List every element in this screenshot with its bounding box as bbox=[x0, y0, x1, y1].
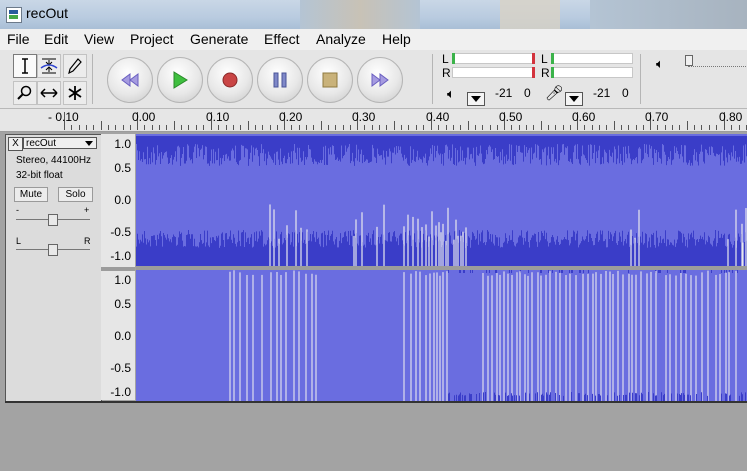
record-button[interactable] bbox=[207, 57, 253, 103]
scale-ch2-5: -1.0 bbox=[110, 385, 131, 399]
skip-to-start-icon bbox=[121, 73, 139, 87]
zoom-tool-icon bbox=[17, 85, 32, 100]
scale-ch2-1: 1.0 bbox=[114, 273, 131, 287]
menu-analyze[interactable]: Analyze bbox=[316, 31, 366, 47]
channel-divider bbox=[136, 266, 747, 270]
play-icon bbox=[173, 71, 188, 89]
menu-file[interactable]: File bbox=[7, 31, 30, 47]
ruler-label: 0.30 bbox=[352, 110, 376, 124]
menu-view[interactable]: View bbox=[84, 31, 114, 47]
gain-slider[interactable] bbox=[48, 214, 58, 226]
envelope-tool-button[interactable] bbox=[37, 54, 61, 78]
menu-project[interactable]: Project bbox=[130, 31, 174, 47]
ruler-label: - 0.10 bbox=[48, 110, 79, 124]
playback-meter-left-label: L bbox=[442, 52, 449, 66]
track-control-panel: X recOut Stereo, 44100Hz 32-bit float Mu… bbox=[5, 134, 102, 402]
menu-help[interactable]: Help bbox=[382, 31, 411, 47]
zoom-tool-button[interactable] bbox=[13, 81, 37, 105]
stop-button[interactable] bbox=[307, 57, 353, 103]
record-scale-min: -21 bbox=[593, 86, 611, 100]
output-volume-icon: 🔈︎ bbox=[656, 56, 664, 71]
gain-minus-label: - bbox=[16, 205, 19, 215]
playback-meter-dropdown[interactable] bbox=[467, 92, 485, 106]
selection-tool-icon bbox=[22, 58, 28, 74]
gain-plus-label: + bbox=[84, 205, 90, 215]
mute-button[interactable]: Mute bbox=[14, 187, 48, 202]
pan-left-label: L bbox=[16, 236, 22, 246]
solo-button[interactable]: Solo bbox=[58, 187, 93, 202]
menu-edit[interactable]: Edit bbox=[44, 31, 68, 47]
multi-tool-icon bbox=[68, 86, 82, 100]
scale-ch2-4: -0.5 bbox=[110, 361, 131, 375]
selection-tool-button[interactable] bbox=[13, 54, 37, 78]
track-bit-depth: 32-bit float bbox=[16, 170, 63, 181]
app-icon bbox=[6, 7, 22, 23]
amplitude-scale: 1.0 0.5 0.0 -0.5 -1.0 1.0 0.5 0.0 -0.5 -… bbox=[101, 134, 135, 400]
ruler-label: 0.20 bbox=[279, 110, 303, 124]
multi-tool-button[interactable] bbox=[63, 81, 87, 105]
record-icon bbox=[222, 72, 238, 88]
ruler-label: 0.00 bbox=[132, 110, 156, 124]
ruler-label: 0.10 bbox=[206, 110, 230, 124]
microphone-icon: 🎤︎ bbox=[545, 85, 565, 102]
stop-icon bbox=[322, 72, 338, 88]
scale-ch2-2: 0.5 bbox=[114, 297, 131, 311]
track-format: Stereo, 44100Hz bbox=[16, 155, 92, 166]
playback-scale-max: 0 bbox=[524, 86, 531, 100]
window-title: recOut bbox=[26, 5, 69, 21]
menu-effect[interactable]: Effect bbox=[264, 31, 300, 47]
pan-right-label: R bbox=[84, 236, 91, 246]
scale-ch1-2: 0.5 bbox=[114, 161, 131, 175]
draw-tool-button[interactable] bbox=[63, 54, 87, 78]
record-scale-max: 0 bbox=[622, 86, 629, 100]
timeline-ruler[interactable]: - 0.10 0.00 0.10 0.20 0.30 0.40 0.50 0.60 0.70 0.… bbox=[0, 109, 747, 132]
record-meter-right-label: R bbox=[541, 66, 550, 80]
pause-button[interactable] bbox=[257, 57, 303, 103]
pause-icon bbox=[273, 72, 287, 88]
skip-to-start-button[interactable] bbox=[107, 57, 153, 103]
ruler-label: 0.40 bbox=[426, 110, 450, 124]
menu-bar: File Edit View Project Generate Effect A… bbox=[0, 29, 747, 51]
skip-to-end-icon bbox=[371, 73, 389, 87]
output-volume-slider[interactable] bbox=[685, 55, 693, 66]
record-meter-right bbox=[551, 67, 633, 78]
menu-generate[interactable]: Generate bbox=[190, 31, 248, 47]
toolbar-area: L R 🔈︎ -21 0 L R 🎤︎ -21 0 🔈︎ bbox=[0, 50, 747, 109]
waveform-view[interactable] bbox=[136, 134, 747, 402]
ruler-label: 0.80 bbox=[719, 110, 743, 124]
scale-ch1-1: 1.0 bbox=[114, 137, 131, 151]
play-button[interactable] bbox=[157, 57, 203, 103]
pan-slider[interactable] bbox=[48, 244, 58, 256]
scale-ch1-3: 0.0 bbox=[114, 193, 131, 207]
title-bar: recOut bbox=[0, 0, 747, 30]
scale-ch1-5: -1.0 bbox=[110, 249, 131, 263]
scale-ch1-4: -0.5 bbox=[110, 225, 131, 239]
ruler-label: 0.50 bbox=[499, 110, 523, 124]
timeshift-tool-button[interactable] bbox=[37, 81, 61, 105]
record-meter-left-label: L bbox=[541, 52, 548, 66]
draw-tool-icon bbox=[68, 58, 82, 74]
ruler-label: 0.70 bbox=[645, 110, 669, 124]
timeshift-tool-icon bbox=[40, 88, 58, 98]
track-name-menu[interactable]: recOut bbox=[23, 137, 97, 149]
playback-scale-min: -21 bbox=[495, 86, 513, 100]
playback-meter-right bbox=[452, 67, 534, 78]
track-close-button[interactable]: X bbox=[8, 137, 23, 151]
record-meter-dropdown[interactable] bbox=[565, 92, 583, 106]
scale-ch2-3: 0.0 bbox=[114, 329, 131, 343]
skip-to-end-button[interactable] bbox=[357, 57, 403, 103]
playback-meter-left bbox=[452, 53, 534, 64]
ruler-label: 0.60 bbox=[572, 110, 596, 124]
speaker-icon: 🔈︎ bbox=[447, 86, 455, 101]
playback-meter-right-label: R bbox=[442, 66, 451, 80]
record-meter-left bbox=[551, 53, 633, 64]
envelope-tool-icon bbox=[40, 58, 58, 74]
